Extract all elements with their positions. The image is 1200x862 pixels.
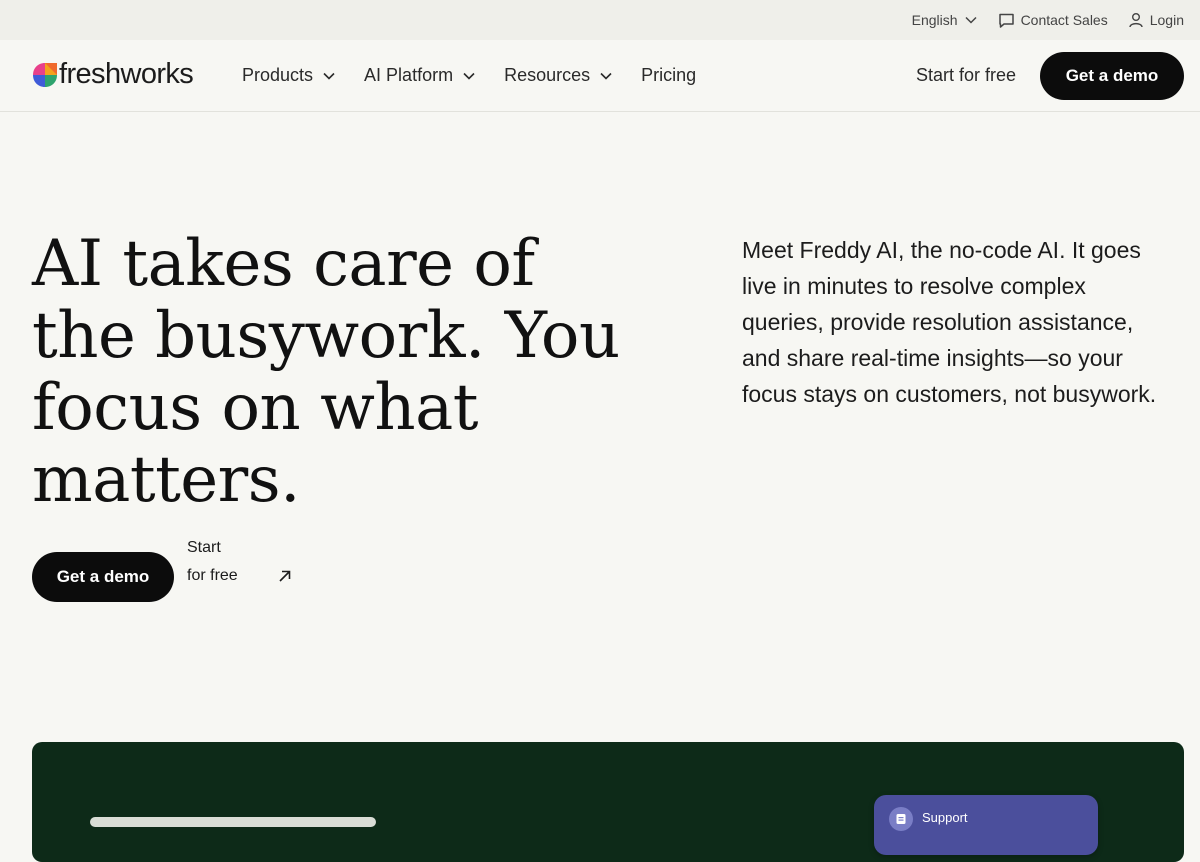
- utility-bar: English Contact Sales Login: [0, 0, 1200, 40]
- hero-title-line: matters.: [32, 443, 300, 517]
- start-for-free-link[interactable]: Start for free: [916, 65, 1016, 86]
- contact-sales-label: Contact Sales: [1020, 12, 1108, 28]
- language-label: English: [911, 12, 958, 28]
- product-preview-panel: Support: [32, 742, 1184, 862]
- nav-ai-platform-label: AI Platform: [364, 65, 454, 85]
- nav-resources[interactable]: Resources: [504, 65, 613, 86]
- hero-title-line: AI takes care of: [32, 227, 535, 301]
- chevron-down-icon: [323, 72, 335, 80]
- language-selector[interactable]: English: [912, 12, 978, 28]
- hero-title-line: the busywork. You: [32, 299, 620, 373]
- logo-text: freshworks: [59, 58, 194, 90]
- document-icon: [889, 807, 913, 831]
- login-label: Login: [1149, 12, 1184, 28]
- nav-products-label: Products: [242, 65, 314, 85]
- chevron-down-icon: [600, 72, 612, 80]
- hero-title-line: focus on what: [32, 371, 478, 445]
- main-navbar: freshworks Products AI Platform Resource…: [0, 40, 1200, 112]
- freshworks-logo-mark: [33, 62, 57, 87]
- chevron-down-icon: [463, 72, 475, 80]
- nav-pricing[interactable]: Pricing: [641, 65, 696, 86]
- get-a-demo-button[interactable]: Get a demo: [1040, 51, 1184, 100]
- freshworks-logo[interactable]: freshworks: [32, 58, 194, 91]
- hero-get-a-demo-button[interactable]: Get a demo: [32, 552, 174, 602]
- arrow-up-right-icon[interactable]: [277, 568, 293, 584]
- hero-title: AI takes care of the busywork. You focus…: [32, 228, 692, 516]
- support-label: Support: [922, 810, 968, 825]
- chevron-down-icon: [965, 16, 977, 24]
- primary-nav: Products AI Platform Resources Pricing: [242, 40, 724, 111]
- hero-start-for-free-link[interactable]: Start for free: [187, 534, 243, 590]
- hero-description: Meet Freddy AI, the no-code AI. It goes …: [742, 237, 1157, 407]
- support-card: Support: [874, 795, 1098, 855]
- preview-window-bar: [90, 817, 376, 827]
- user-icon: [1129, 13, 1143, 28]
- login-link[interactable]: Login: [1128, 12, 1184, 28]
- nav-actions: Start for free Get a demo: [916, 40, 1184, 111]
- nav-ai-platform[interactable]: AI Platform: [364, 65, 476, 86]
- nav-products[interactable]: Products: [242, 65, 336, 86]
- contact-sales-link[interactable]: Contact Sales: [998, 12, 1108, 29]
- nav-resources-label: Resources: [504, 65, 591, 85]
- nav-pricing-label: Pricing: [641, 65, 697, 85]
- chat-bubble-icon: [998, 13, 1014, 28]
